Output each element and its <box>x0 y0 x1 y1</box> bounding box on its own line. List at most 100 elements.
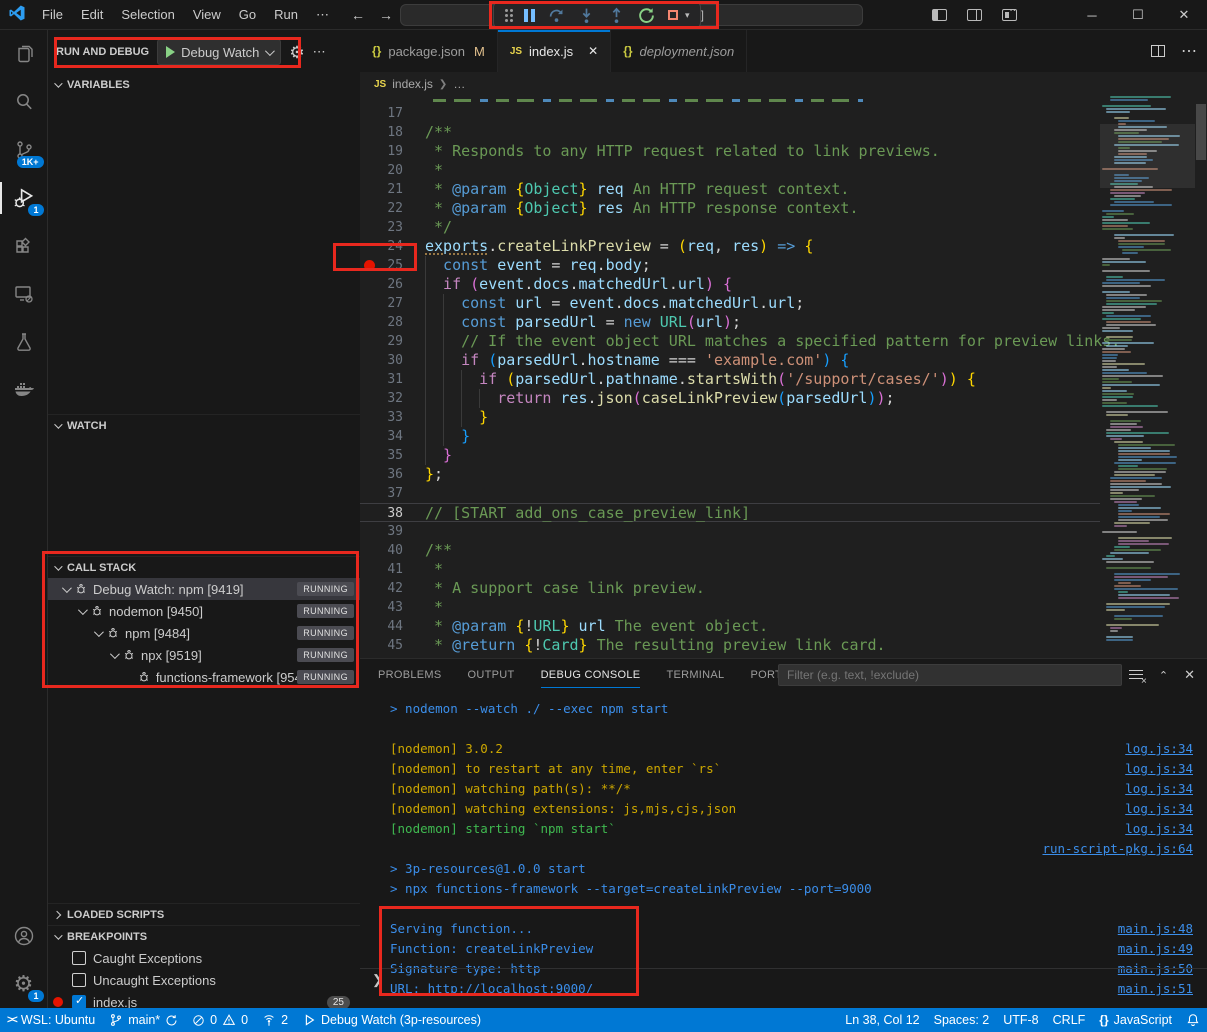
code-line-29[interactable]: 29// If the event object URL matches a s… <box>360 332 1100 351</box>
code-line-18[interactable]: 18/** <box>360 123 1100 142</box>
panel-tab-debug-console[interactable]: DEBUG CONSOLE <box>541 659 641 691</box>
sidebar-item-explorer[interactable] <box>0 30 48 78</box>
maximize-panel-icon[interactable]: ⌃ <box>1159 669 1168 682</box>
code-line-39[interactable]: 39 <box>360 522 1100 541</box>
cursor-position[interactable]: Ln 38, Col 12 <box>838 1008 926 1032</box>
breakpoint-dot[interactable] <box>364 260 375 271</box>
close-button[interactable]: ✕ <box>1161 0 1207 30</box>
breakpoint-item[interactable]: Caught Exceptions <box>48 947 360 969</box>
source-link[interactable]: log.js:34 <box>1125 779 1193 799</box>
editor-gutter[interactable]: 30 <box>360 351 425 370</box>
sidebar-item-testing[interactable] <box>0 318 48 366</box>
code-line-33[interactable]: 33} <box>360 408 1100 427</box>
loaded-scripts-section-header[interactable]: LOADED SCRIPTS <box>48 903 360 925</box>
breakpoint-item[interactable]: Uncaught Exceptions <box>48 969 360 991</box>
breakpoint-checkbox[interactable] <box>72 995 86 1009</box>
code-line-24[interactable]: 24exports.createLinkPreview = (req, res)… <box>360 237 1100 256</box>
language-mode[interactable]: {} JavaScript <box>1092 1008 1179 1032</box>
editor-gutter[interactable]: 34 <box>360 427 425 446</box>
breakpoint-checkbox[interactable] <box>72 973 86 987</box>
source-link[interactable]: log.js:34 <box>1125 739 1193 759</box>
editor-gutter[interactable]: 41 <box>360 560 425 579</box>
editor-scrollbar[interactable] <box>1195 96 1207 658</box>
restart-button[interactable] <box>638 7 655 24</box>
code-line-38[interactable]: 38// [START add_ons_case_preview_link] <box>360 503 1100 522</box>
source-link[interactable]: log.js:34 <box>1125 759 1193 779</box>
call-stack-section-header[interactable]: CALL STACK <box>48 556 360 578</box>
callstack-row[interactable]: npm [9484]RUNNING <box>48 622 360 644</box>
code-line-25[interactable]: 25const event = req.body; <box>360 256 1100 275</box>
watch-section-header[interactable]: WATCH <box>48 414 360 436</box>
editor-gutter[interactable]: 18 <box>360 123 425 142</box>
source-link[interactable]: log.js:34 <box>1125 799 1193 819</box>
callstack-row[interactable]: Debug Watch: npm [9419]RUNNING <box>48 578 360 600</box>
editor-gutter[interactable]: 19 <box>360 142 425 161</box>
tab-package-json[interactable]: {} package.json M <box>360 30 498 72</box>
code-line-31[interactable]: 31if (parsedUrl.pathname.startsWith('/su… <box>360 370 1100 389</box>
sidebar-more-actions-icon[interactable]: ⋯ <box>313 44 326 60</box>
editor-gutter[interactable]: 32 <box>360 389 425 408</box>
forward-arrow-icon[interactable]: → <box>379 7 393 23</box>
breakpoint-checkbox[interactable] <box>72 951 86 965</box>
customize-layout-icon[interactable] <box>1002 9 1017 21</box>
panel-tab-output[interactable]: OUTPUT <box>468 659 515 691</box>
sidebar-item-source-control[interactable]: 1K+ <box>0 126 48 174</box>
code-line-40[interactable]: 40/** <box>360 541 1100 560</box>
variables-section-header[interactable]: VARIABLES <box>48 74 360 96</box>
menu-edit[interactable]: Edit <box>73 4 111 26</box>
code-line-43[interactable]: 43 * <box>360 598 1100 617</box>
menu-more[interactable]: ⋯ <box>308 4 337 26</box>
code-line-28[interactable]: 28const parsedUrl = new URL(url); <box>360 313 1100 332</box>
menu-view[interactable]: View <box>185 4 229 26</box>
editor-gutter[interactable]: 20 <box>360 161 425 180</box>
code-editor[interactable]: 1718/**19 * Responds to any HTTP request… <box>360 96 1207 658</box>
code-line-41[interactable]: 41 * <box>360 560 1100 579</box>
code-line-27[interactable]: 27const url = event.docs.matchedUrl.url; <box>360 294 1100 313</box>
debug-settings-gear-icon[interactable]: ⚙ <box>289 44 304 61</box>
ports-indicator[interactable]: 2 <box>255 1008 295 1032</box>
code-line-19[interactable]: 19 * Responds to any HTTP request relate… <box>360 142 1100 161</box>
code-line-21[interactable]: 21 * @param {Object} req An HTTP request… <box>360 180 1100 199</box>
editor-gutter[interactable]: 38 <box>360 504 425 521</box>
menu-run[interactable]: Run <box>266 4 306 26</box>
breadcrumb[interactable]: JS index.js ❯ … <box>360 72 1207 96</box>
minimize-button[interactable]: ─ <box>1069 0 1115 30</box>
menu-file[interactable]: File <box>34 4 71 26</box>
settings-gear-icon[interactable]: ⚙ 1 <box>0 960 48 1008</box>
eol-setting[interactable]: CRLF <box>1046 1008 1093 1032</box>
account-icon[interactable] <box>0 912 48 960</box>
editor-gutter[interactable]: 31 <box>360 370 425 389</box>
callstack-row[interactable]: npx [9519]RUNNING <box>48 644 360 666</box>
problems-indicator[interactable]: 0 0 <box>185 1008 255 1032</box>
code-line-42[interactable]: 42 * A support case link preview. <box>360 579 1100 598</box>
back-arrow-icon[interactable]: ← <box>351 7 365 23</box>
indentation-setting[interactable]: Spaces: 2 <box>927 1008 997 1032</box>
editor-gutter[interactable]: 23 <box>360 218 425 237</box>
code-line-35[interactable]: 35} <box>360 446 1100 465</box>
maximize-button[interactable]: ☐ <box>1115 0 1161 30</box>
close-tab-icon[interactable]: ✕ <box>588 44 598 58</box>
pause-button[interactable] <box>524 9 535 22</box>
editor-gutter[interactable]: 44 <box>360 617 425 636</box>
editor-gutter[interactable]: 35 <box>360 446 425 465</box>
code-line-45[interactable]: 45 * @return {!Card} The resulting previ… <box>360 636 1100 655</box>
code-line-34[interactable]: 34} <box>360 427 1100 446</box>
editor-gutter[interactable]: 42 <box>360 579 425 598</box>
editor-gutter[interactable]: 26 <box>360 275 425 294</box>
step-over-button[interactable] <box>548 7 565 24</box>
editor-gutter[interactable]: 24 <box>360 237 425 256</box>
encoding-setting[interactable]: UTF-8 <box>996 1008 1045 1032</box>
debug-session-indicator[interactable]: Debug Watch (3p-resources) <box>295 1008 488 1032</box>
editor-more-actions-icon[interactable]: ⋯ <box>1181 41 1197 61</box>
split-editor-icon[interactable] <box>1151 45 1165 57</box>
debug-config-dropdown[interactable]: Debug Watch <box>157 39 281 65</box>
editor-gutter[interactable]: 22 <box>360 199 425 218</box>
start-debug-icon[interactable] <box>166 46 175 58</box>
editor-gutter[interactable]: 29 <box>360 332 425 351</box>
source-link[interactable]: main.js:48 <box>1118 919 1193 939</box>
remote-indicator[interactable]: >< WSL: Ubuntu <box>0 1008 102 1032</box>
code-line-36[interactable]: 36}; <box>360 465 1100 484</box>
source-link[interactable]: run-script-pkg.js:64 <box>1042 839 1193 859</box>
code-line-32[interactable]: 32return res.json(caseLinkPreview(parsed… <box>360 389 1100 408</box>
breakpoints-section-header[interactable]: BREAKPOINTS <box>48 925 360 947</box>
